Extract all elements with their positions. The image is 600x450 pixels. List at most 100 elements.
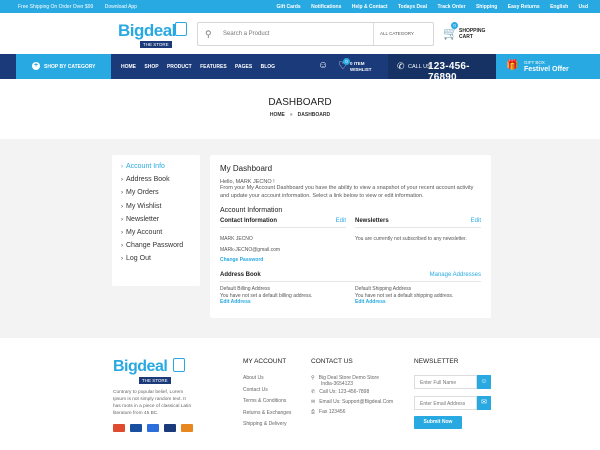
email-field[interactable]: Enter Email Address bbox=[414, 396, 477, 410]
bag-icon bbox=[173, 358, 185, 372]
paypal-icon bbox=[164, 424, 176, 432]
full-name-field[interactable]: Enter Full Name bbox=[414, 375, 477, 389]
cart-label-line2: CART bbox=[459, 34, 473, 40]
edit-shipping-address-link[interactable]: Edit Address bbox=[355, 299, 485, 306]
sidebar-item-label: Newsletter bbox=[126, 215, 160, 223]
user-icon[interactable]: ☺ bbox=[318, 60, 328, 71]
breadcrumb-home[interactable]: HOME bbox=[270, 112, 285, 118]
wishlist-link[interactable]: 0 ITEM WISHLIST bbox=[350, 61, 372, 73]
my-account-column: MY ACCOUNT About Us Contact Us Terms & C… bbox=[243, 358, 291, 433]
language-select[interactable]: English bbox=[550, 4, 568, 10]
category-select[interactable]: ALL CATEGORY bbox=[373, 23, 434, 45]
contact-us-heading: CONTACT US bbox=[311, 358, 353, 365]
help-contact-link[interactable]: Help & Contact bbox=[352, 4, 388, 10]
amex-icon bbox=[147, 424, 159, 432]
sidebar-item-label: My Wishlist bbox=[126, 202, 162, 210]
footer-fax: ⎙ Fax 123456 bbox=[311, 409, 393, 419]
nav-item-blog[interactable]: BLOG bbox=[261, 64, 275, 70]
submit-now-button[interactable]: Submit Now bbox=[414, 416, 462, 429]
top-bar-links: Gift Cards Notifications Help & Contact … bbox=[268, 4, 588, 10]
footer-link-about-us[interactable]: About Us bbox=[243, 375, 291, 387]
currency-select[interactable]: Usd bbox=[579, 4, 588, 10]
sidebar-item-change-password[interactable]: › Change Password bbox=[112, 239, 200, 252]
chevron-right-icon: › bbox=[121, 216, 123, 223]
gift-cards-link[interactable]: Gift Cards bbox=[277, 4, 301, 10]
footer-logo-tagline: THE STORE bbox=[139, 377, 171, 384]
breadcrumb: HOME » DASHBOARD bbox=[0, 112, 600, 118]
envelope-icon: ✉ bbox=[477, 396, 491, 410]
edit-billing-address-link[interactable]: Edit Address bbox=[220, 299, 350, 306]
logo-tagline: THE STORE bbox=[140, 41, 172, 48]
footer-logo[interactable]: Bigdeal THE STORE bbox=[113, 358, 193, 384]
address-book: Address Book Manage Addresses Default Bil… bbox=[220, 272, 481, 305]
footer-address: ⚲ Big Deal Store Demo Store India-3654123 bbox=[311, 375, 393, 387]
shipping-link[interactable]: Shipping bbox=[476, 4, 497, 10]
sidebar-item-account-info[interactable]: › Account Info bbox=[112, 160, 200, 173]
my-account-heading: MY ACCOUNT bbox=[243, 358, 287, 365]
breadcrumb-current: DASHBOARD bbox=[297, 112, 331, 118]
nav-item-product[interactable]: PRODUCT bbox=[167, 64, 192, 70]
footer: Bigdeal THE STORE Contrary to popular be… bbox=[0, 338, 600, 450]
gift-box-offer[interactable]: 🎁 GIFT BOX Festivel Offer bbox=[496, 54, 600, 79]
sidebar-item-newsletter[interactable]: › Newsletter bbox=[112, 213, 200, 226]
shopping-cart-button[interactable]: 🛒 0 SHOPPING CART bbox=[443, 22, 493, 48]
todays-deal-link[interactable]: Todays Deal bbox=[398, 4, 427, 10]
download-app-link[interactable]: Download App bbox=[105, 4, 137, 10]
shop-by-category-button[interactable]: + SHOP BY CATEGORY bbox=[16, 54, 111, 79]
discover-icon bbox=[181, 424, 193, 432]
search-input[interactable]: Search a Product bbox=[223, 31, 269, 37]
payment-icons bbox=[113, 419, 198, 437]
change-password-link[interactable]: Change Password bbox=[220, 257, 346, 263]
footer-logo-word: Bigdeal bbox=[113, 358, 168, 375]
gift-icon: 🎁 bbox=[506, 60, 519, 71]
call-us-box: ✆ CALL US 123-456-76890 bbox=[388, 54, 496, 83]
user-icon: ☺ bbox=[477, 375, 491, 389]
sidebar-item-label: Change Password bbox=[126, 242, 184, 250]
sidebar-item-log-out[interactable]: › Log Out bbox=[112, 252, 200, 265]
dashboard-intro: From your My Account Dashboard you have … bbox=[220, 185, 474, 199]
nav-item-home[interactable]: HOME bbox=[121, 64, 136, 70]
page-title-band: DASHBOARD HOME » DASHBOARD bbox=[0, 79, 600, 139]
sidebar-item-my-orders[interactable]: › My Orders bbox=[112, 186, 200, 199]
logo[interactable]: Bigdeal THE STORE bbox=[118, 21, 188, 49]
gift-box-label: GIFT BOX bbox=[524, 60, 545, 65]
logo-word: Bigdeal bbox=[118, 21, 176, 40]
nav-item-features[interactable]: FEATURES bbox=[200, 64, 227, 70]
footer-description: Contrary to popular belief, Lorem Ipsum … bbox=[113, 390, 192, 416]
mastercard-icon bbox=[113, 424, 125, 432]
edit-newsletter-link[interactable]: Edit bbox=[471, 218, 481, 224]
chevron-right-icon: › bbox=[121, 203, 123, 210]
page-title: DASHBOARD bbox=[268, 97, 332, 108]
sidebar-item-my-account[interactable]: › My Account bbox=[112, 226, 200, 239]
sidebar-item-my-wishlist[interactable]: › My Wishlist bbox=[112, 200, 200, 213]
account-information-columns: Contact Information Edit MARK JECNO MARk-… bbox=[220, 218, 481, 272]
account-sidebar: › Account Info › Address Book › My Orders ›… bbox=[112, 155, 200, 286]
nav-item-pages[interactable]: PAGES bbox=[235, 64, 252, 70]
easy-returns-link[interactable]: Easy Returns bbox=[508, 4, 540, 10]
edit-contact-link[interactable]: Edit bbox=[336, 218, 346, 224]
footer-link-returns[interactable]: Returns & Exchanges bbox=[243, 410, 291, 422]
newsletters-title: Newsletters bbox=[355, 218, 389, 224]
footer-link-contact-us[interactable]: Contact Us bbox=[243, 387, 291, 399]
notifications-link[interactable]: Notifications bbox=[311, 4, 341, 10]
footer-link-terms[interactable]: Terms & Conditions bbox=[243, 398, 291, 410]
nav-item-shop[interactable]: SHOP bbox=[144, 64, 158, 70]
email-text: Email Us: Support@Bigdeal.Com bbox=[319, 399, 394, 405]
sidebar-item-address-book[interactable]: › Address Book bbox=[112, 173, 200, 186]
footer-link-shipping[interactable]: Shipping & Delivery bbox=[243, 421, 291, 433]
track-order-link[interactable]: Track Order bbox=[437, 4, 465, 10]
main-nav: + SHOP BY CATEGORY HOME SHOP PRODUCT FEA… bbox=[0, 54, 600, 83]
top-bar: Free Shipping On Order Over $99 Download… bbox=[0, 0, 600, 13]
manage-addresses-link[interactable]: Manage Addresses bbox=[430, 272, 481, 278]
contact-us-column: CONTACT US ⚲ Big Deal Store Demo Store Ind… bbox=[311, 358, 393, 419]
default-billing-address: Default Billing Address You have not set… bbox=[220, 286, 350, 306]
dashboard-title: My Dashboard bbox=[220, 164, 273, 173]
contact-email: MARk-JECNO@gmail.com bbox=[220, 247, 281, 253]
top-bar-left: Free Shipping On Order Over $99 Download… bbox=[18, 4, 147, 10]
contact-information-title: Contact Information bbox=[220, 218, 277, 224]
chevron-right-icon: › bbox=[121, 243, 123, 250]
breadcrumb-separator: » bbox=[289, 112, 293, 118]
phone-icon: ✆ bbox=[311, 389, 316, 395]
phone-icon: ✆ bbox=[397, 61, 405, 71]
search-icon[interactable]: ⚲ bbox=[205, 29, 212, 40]
